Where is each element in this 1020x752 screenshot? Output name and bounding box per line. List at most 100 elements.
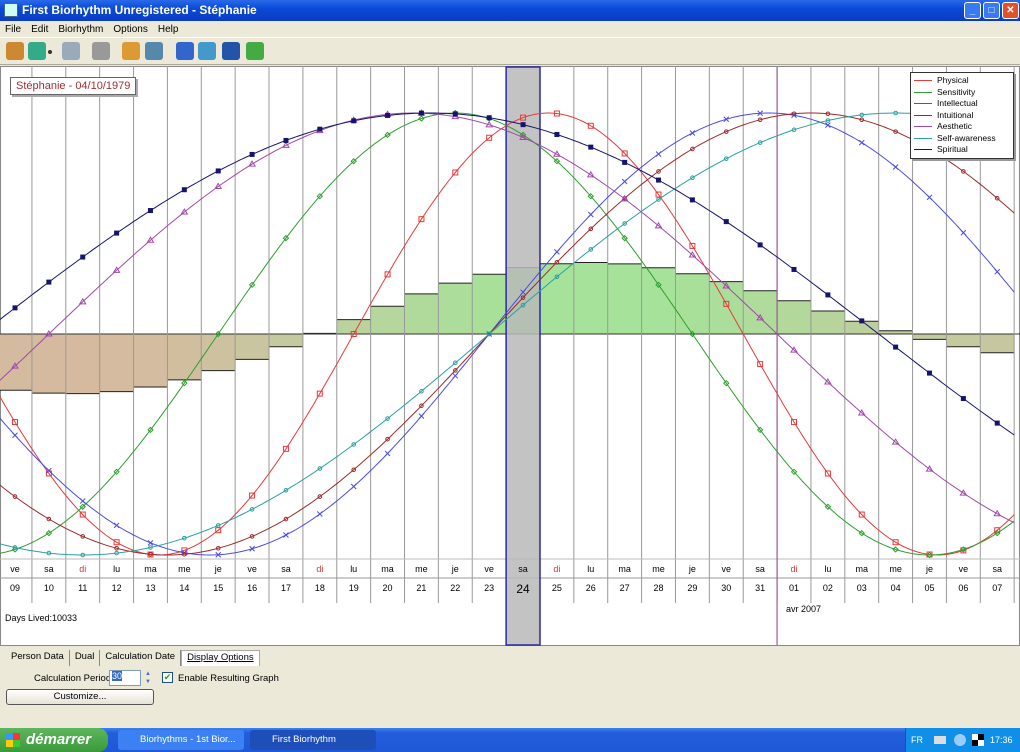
selected-day-band	[505, 66, 541, 646]
legend-label: Spiritual	[937, 144, 968, 154]
wizard-icon[interactable]	[6, 42, 24, 60]
day-name-label: lu	[113, 564, 120, 574]
day-name-label: je	[688, 564, 696, 574]
date-label: 15	[213, 583, 223, 593]
date-label: 10	[44, 583, 54, 593]
menu-edit[interactable]: Edit	[26, 24, 53, 35]
date-label: 05	[924, 583, 934, 593]
data-point	[181, 187, 187, 193]
calc-period-input[interactable]: 30	[109, 670, 141, 686]
system-tray: FR 17:36	[905, 728, 1020, 752]
resulting-bar	[99, 334, 134, 392]
start-label: démarrer	[26, 731, 92, 748]
maximize-button[interactable]: □	[983, 2, 1000, 19]
data-point	[79, 498, 86, 504]
day-name-label: ma	[144, 564, 157, 574]
legend-label: Aesthetic	[937, 121, 972, 131]
language-indicator[interactable]: FR	[911, 728, 923, 752]
day-name-label: je	[925, 564, 933, 574]
date-label: 29	[687, 583, 697, 593]
resulting-bar	[438, 283, 473, 334]
customize-button[interactable]: Customize...	[6, 689, 154, 705]
date-label: 16	[247, 583, 257, 593]
data-point	[825, 122, 831, 129]
menu-help[interactable]: Help	[153, 24, 184, 35]
data-point	[80, 254, 86, 260]
help-icon[interactable]	[176, 42, 194, 60]
resulting-bar	[573, 262, 608, 334]
day-name-label: me	[415, 564, 428, 574]
resulting-bar	[235, 334, 270, 360]
day-name-label: lu	[350, 564, 357, 574]
date-label: 06	[958, 583, 968, 593]
day-name-label: sa	[44, 564, 54, 574]
legend-swatch-icon	[914, 137, 932, 139]
tab-strip: Person Data Dual Calculation Date Displa…	[6, 650, 260, 666]
data-point	[926, 370, 932, 376]
resulting-bar	[65, 334, 100, 394]
data-point	[791, 266, 797, 272]
network-icon[interactable]	[954, 734, 966, 746]
data-point	[317, 126, 323, 132]
data-point	[656, 177, 662, 183]
menu-options[interactable]: Options	[108, 24, 152, 35]
resulting-bar	[980, 334, 1015, 353]
data-point	[350, 483, 357, 490]
date-label: 21	[416, 583, 426, 593]
days-lived: Days Lived:10033	[5, 613, 78, 623]
resulting-bar	[743, 290, 778, 334]
date-label: 20	[383, 583, 393, 593]
date-label: 28	[654, 583, 664, 593]
resulting-bar	[641, 267, 676, 334]
tray-app-icon[interactable]	[972, 734, 984, 746]
data-point	[351, 118, 357, 124]
data-point	[316, 511, 323, 517]
close-button[interactable]: ✕	[1002, 2, 1019, 19]
tab-dual[interactable]: Dual	[70, 650, 101, 666]
resulting-bar	[777, 300, 811, 334]
calc-period-spinner[interactable]: ▲ ▼	[143, 670, 153, 686]
chart-icon[interactable]	[145, 42, 163, 60]
date-label: 14	[179, 583, 189, 593]
day-name-label: je	[214, 564, 222, 574]
register-icon[interactable]	[246, 42, 264, 60]
data-point	[520, 122, 526, 128]
toolbar	[0, 37, 1020, 65]
start-button[interactable]: démarrer	[0, 728, 108, 752]
legend-label: Physical	[937, 75, 969, 85]
keyboard-icon[interactable]	[934, 736, 946, 744]
persons-icon[interactable]	[122, 42, 140, 60]
resulting-bar	[675, 273, 710, 334]
data-point	[147, 208, 153, 214]
copy-icon[interactable]	[62, 42, 80, 60]
dropdown-arrow-icon[interactable]	[48, 50, 52, 54]
date-label: 09	[10, 583, 20, 593]
calc-period-value: 30	[112, 671, 123, 681]
day-name-label: sa	[755, 564, 765, 574]
tab-display-options[interactable]: Display Options	[181, 650, 260, 666]
data-point	[994, 420, 1000, 426]
date-label: 17	[281, 583, 291, 593]
data-point	[858, 139, 865, 146]
day-name-label: di	[553, 564, 560, 574]
enable-resulting-label: Enable Resulting Graph	[178, 673, 279, 684]
taskbar-item-browser[interactable]: Biorhythms - 1st Bior...	[118, 730, 244, 750]
resulting-bar	[472, 274, 507, 334]
save-icon[interactable]	[28, 42, 46, 60]
enable-resulting-checkbox[interactable]: ✔	[162, 672, 173, 683]
minimize-button[interactable]: _	[964, 2, 981, 19]
data-point	[12, 305, 18, 311]
data-point	[249, 151, 255, 157]
menu-biorhythm[interactable]: Biorhythm	[53, 24, 108, 35]
data-point	[893, 344, 899, 350]
menu-file[interactable]: File	[0, 24, 26, 35]
resulting-bar	[31, 334, 66, 394]
taskbar-item-first-biorhythm[interactable]: First Biorhythm	[250, 730, 376, 750]
tab-calculation-date[interactable]: Calculation Date	[100, 650, 182, 666]
taskbar: démarrer Biorhythms - 1st Bior... First …	[0, 728, 1020, 752]
tab-person-data[interactable]: Person Data	[6, 650, 70, 666]
print-icon[interactable]	[92, 42, 110, 60]
day-name-label: je	[451, 564, 459, 574]
info-icon[interactable]	[222, 42, 240, 60]
internet-icon[interactable]	[198, 42, 216, 60]
